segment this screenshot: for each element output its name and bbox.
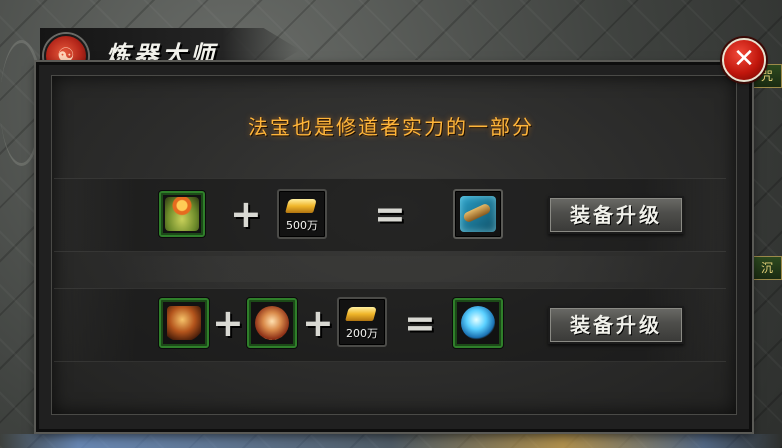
plus-sign: + <box>212 301 244 345</box>
plus-sign: + <box>230 192 262 236</box>
panel-subtitle: 法宝也是修道者实力的一部分 <box>248 115 534 139</box>
close-button[interactable]: ✕ <box>722 38 766 82</box>
gold-ingot-icon <box>285 199 317 213</box>
ingredient-slot[interactable] <box>159 191 205 237</box>
plus-sign: + <box>302 301 334 345</box>
background-glow <box>0 434 782 448</box>
gold-cost-slot[interactable]: 500万 <box>277 189 327 239</box>
gourd-treasure-icon <box>165 197 199 231</box>
gold-cost-label: 500万 <box>286 219 318 232</box>
equals-sign: = <box>374 192 406 236</box>
ingredient-slot[interactable] <box>159 298 209 348</box>
result-slot[interactable] <box>453 189 503 239</box>
upgrade-equipment-button[interactable]: 装备升级 <box>548 306 684 344</box>
row-divider <box>120 256 662 282</box>
equals-sign: = <box>404 301 436 345</box>
result-slot[interactable] <box>453 298 503 348</box>
blue-crystal-orb-icon <box>461 306 495 340</box>
gold-cost-slot[interactable]: 200万 <box>337 297 387 347</box>
ingredient-slot[interactable] <box>247 298 297 348</box>
gold-ingot-icon <box>345 307 377 321</box>
upgrade-equipment-button[interactable]: 装备升级 <box>548 196 684 234</box>
gold-cost-label: 200万 <box>346 327 378 340</box>
cannon-treasure-icon <box>460 196 496 232</box>
fire-orb-icon <box>255 306 289 340</box>
bronze-orb-icon <box>167 306 201 340</box>
background-side-label: 沉 <box>752 256 782 280</box>
